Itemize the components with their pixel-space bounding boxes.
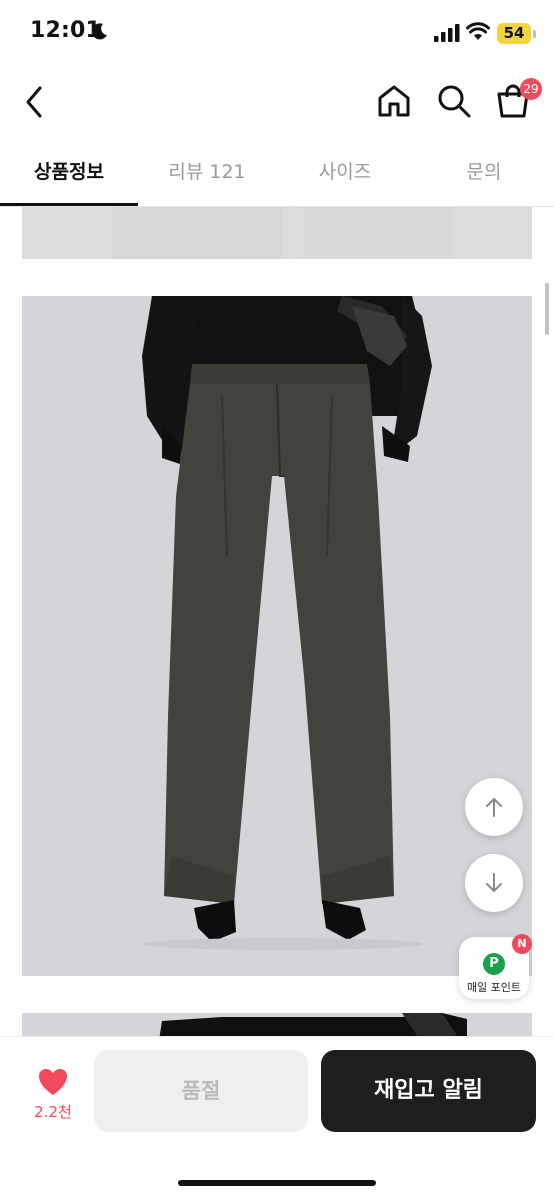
tab-reviews[interactable]: 리뷰 121 <box>138 138 276 206</box>
search-icon[interactable] <box>436 83 472 119</box>
arrow-up-icon <box>486 798 502 817</box>
product-image-trousers <box>22 296 532 976</box>
like-count: 2.2천 <box>34 1103 72 1121</box>
signal-icon <box>434 24 460 42</box>
product-detail-content[interactable] <box>0 207 554 1042</box>
moon-icon <box>91 23 107 40</box>
scroll-up-button[interactable] <box>465 778 523 836</box>
scroll-down-button[interactable] <box>465 854 523 912</box>
battery-tip <box>533 30 536 38</box>
restock-alert-button[interactable]: 재입고 알림 <box>321 1050 536 1132</box>
tab-inquiry[interactable]: 문의 <box>414 138 554 206</box>
new-badge: N <box>512 934 532 954</box>
nav-bar <box>0 66 554 136</box>
home-icon[interactable] <box>376 83 412 119</box>
home-indicator <box>178 1180 376 1186</box>
trousers-photo <box>22 296 532 976</box>
like-button[interactable]: 2.2천 <box>26 1067 80 1131</box>
heart-icon <box>39 1069 67 1095</box>
tab-size[interactable]: 사이즈 <box>276 138 414 206</box>
wifi-icon <box>466 22 490 40</box>
product-image-previous <box>22 207 532 259</box>
arrow-down-icon <box>486 873 502 892</box>
tab-product-info[interactable]: 상품정보 <box>0 138 138 206</box>
bottom-action-bar: 2.2천 품절 재입고 알림 <box>0 1036 554 1201</box>
status-bar: 12:01 54 <box>0 0 554 66</box>
back-icon[interactable] <box>20 84 50 120</box>
points-icon: P <box>483 953 505 975</box>
soldout-button: 품절 <box>94 1050 308 1132</box>
battery-icon: 54 <box>497 23 531 44</box>
active-tab-indicator <box>0 203 138 206</box>
cart-count-badge: 29 <box>520 78 542 100</box>
scrollbar[interactable] <box>545 283 549 335</box>
points-label: 매일 포인트 <box>466 981 522 994</box>
tab-bar: 상품정보 리뷰 121 사이즈 문의 <box>0 138 554 207</box>
